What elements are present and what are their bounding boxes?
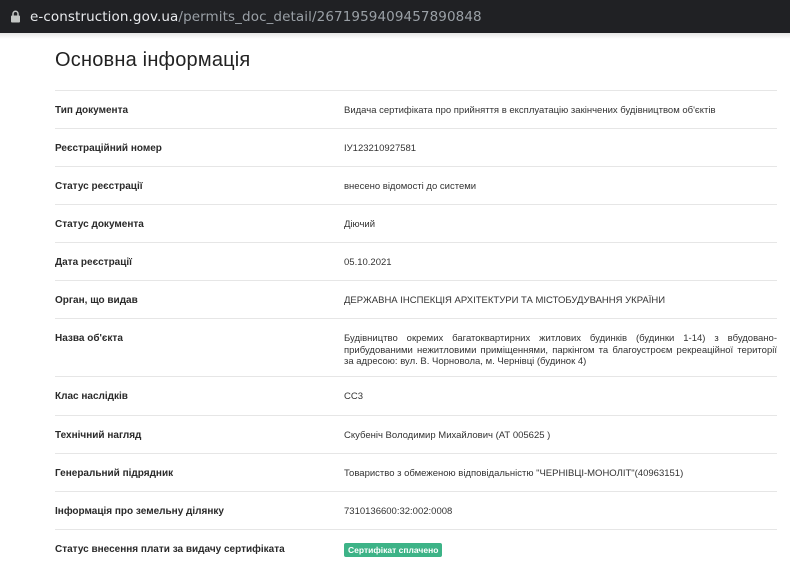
url-path: /permits_doc_detail/2671959409457890848 — [178, 8, 482, 25]
row-label: Назва об'єкта — [55, 333, 123, 344]
info-row-registration-number: Реєстраційний номер ІУ123210927581 — [55, 128, 777, 166]
row-value: СС3 — [344, 391, 364, 402]
info-row-land-plot: Інформація про земельну ділянку 73101366… — [55, 491, 777, 529]
row-value: внесено відомості до системи — [344, 181, 477, 192]
info-row-object-name: Назва об'єкта Будівництво окремих багато… — [55, 318, 777, 376]
row-label: Орган, що видав — [55, 295, 138, 306]
url-text[interactable]: e-construction.gov.ua/permits_doc_detail… — [30, 9, 482, 25]
row-label: Статус документа — [55, 219, 144, 230]
row-label: Технічний нагляд — [55, 430, 142, 441]
row-label: Статус внесення плати за видачу сертифік… — [55, 544, 285, 555]
row-value: Сертифікат сплачено — [344, 530, 777, 567]
row-value: Скубеніч Володимир Михайлович (АТ 005625… — [344, 430, 551, 441]
browser-address-bar[interactable]: e-construction.gov.ua/permits_doc_detail… — [0, 0, 790, 33]
row-value: Товариство з обмеженою відповідальністю … — [344, 468, 684, 479]
url-domain: e-construction.gov.ua — [30, 8, 179, 25]
info-row-technical-supervision: Технічний нагляд Скубеніч Володимир Миха… — [55, 415, 777, 453]
info-row-registration-status: Статус реєстрації внесено відомості до с… — [55, 166, 777, 204]
page-content: Основна інформація Тип документа Видача … — [0, 33, 790, 564]
info-row-document-type: Тип документа Видача сертифіката про при… — [55, 90, 777, 128]
status-badge: Сертифікат сплачено — [344, 543, 443, 557]
info-row-registration-date: Дата реєстрації 05.10.2021 — [55, 242, 777, 280]
row-value: ІУ123210927581 — [344, 143, 417, 154]
row-label: Дата реєстрації — [55, 257, 132, 268]
row-value: Діючий — [344, 219, 376, 230]
info-table: Тип документа Видача сертифіката про при… — [55, 90, 777, 567]
row-value: Будівництво окремих багатоквартирних жит… — [344, 333, 777, 367]
row-value: Видача сертифіката про прийняття в експл… — [344, 105, 716, 116]
row-label: Інформація про земельну ділянку — [55, 506, 224, 517]
info-row-issuing-authority: Орган, що видав ДЕРЖАВНА ІНСПЕКЦІЯ АРХІТ… — [55, 280, 777, 318]
info-row-consequence-class: Клас наслідків СС3 — [55, 376, 777, 415]
row-label: Тип документа — [55, 105, 129, 116]
info-row-general-contractor: Генеральний підрядник Товариство з обмеж… — [55, 453, 777, 491]
row-value: 7310136600:32:002:0008 — [344, 506, 453, 517]
info-row-document-status: Статус документа Діючий — [55, 204, 777, 242]
row-label: Генеральний підрядник — [55, 468, 174, 479]
row-label: Клас наслідків — [55, 391, 128, 402]
row-value: ДЕРЖАВНА ІНСПЕКЦІЯ АРХІТЕКТУРИ ТА МІСТОБ… — [344, 295, 666, 306]
page-title: Основна інформація — [55, 49, 251, 71]
row-label: Реєстраційний номер — [55, 143, 162, 154]
lock-icon[interactable] — [8, 10, 22, 24]
row-label: Статус реєстрації — [55, 181, 143, 192]
info-row-fee-status: Статус внесення плати за видачу сертифік… — [55, 529, 777, 567]
row-value: 05.10.2021 — [344, 257, 392, 268]
